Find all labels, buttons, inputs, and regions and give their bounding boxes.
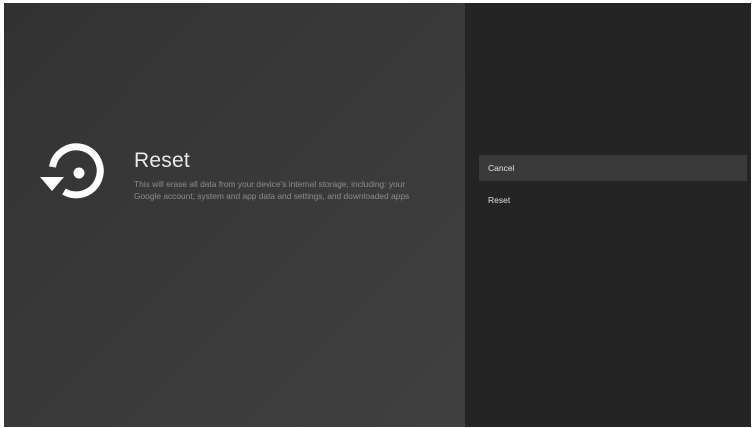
actions-panel: Cancel Reset xyxy=(465,3,751,427)
page-description: This will erase all data from your devic… xyxy=(134,179,410,201)
cancel-button[interactable]: Cancel xyxy=(479,155,747,181)
reset-button-label: Reset xyxy=(488,195,511,205)
cancel-button-label: Cancel xyxy=(488,163,515,173)
restore-icon xyxy=(40,143,104,199)
tv-screen: Reset This will erase all data from your… xyxy=(4,3,751,427)
guidance-panel: Reset This will erase all data from your… xyxy=(4,3,465,427)
reset-button[interactable]: Reset xyxy=(479,187,747,213)
page-title: Reset xyxy=(134,149,190,172)
